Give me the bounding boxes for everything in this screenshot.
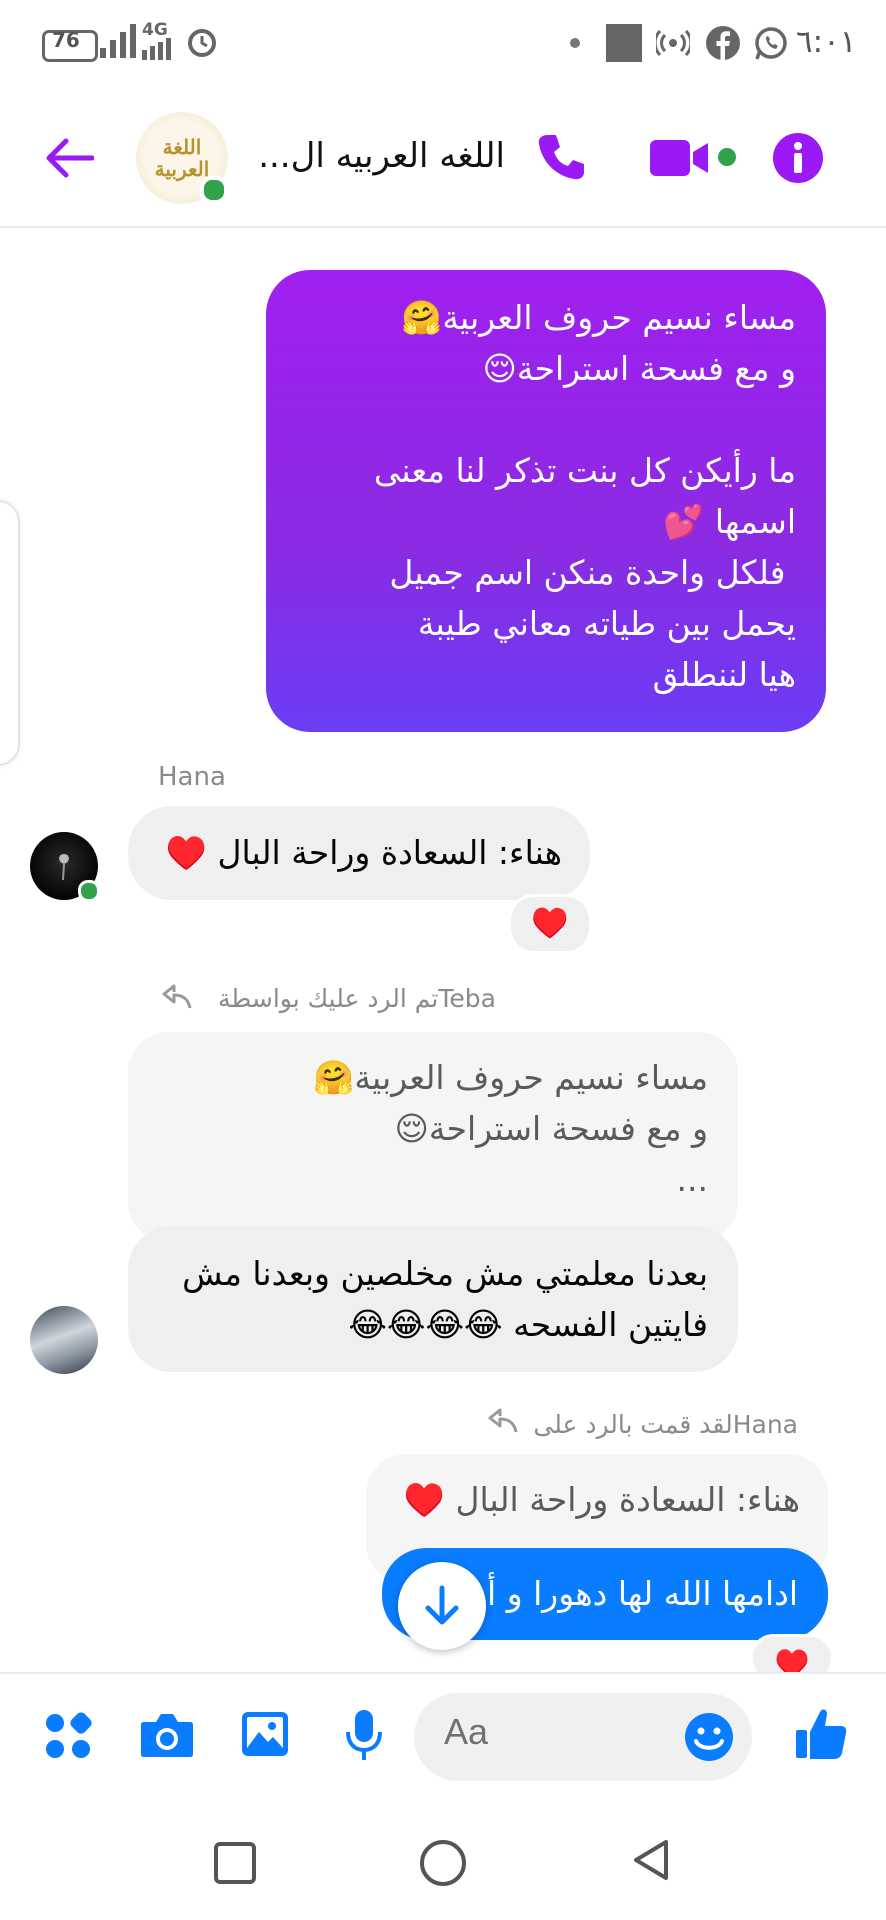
message-line: ما رأيكن كل بنت تذكر لنا معنى [373,451,796,490]
thumbs-up-icon[interactable] [794,1706,848,1762]
message-placeholder: Aa [444,1711,489,1752]
message-line: و مع فسحة استراحة😌 [482,349,797,388]
teba-avatar[interactable] [30,1306,98,1374]
notification-square-icon [606,24,642,62]
emoji-icon[interactable] [684,1712,734,1762]
video-call-icon[interactable] [650,138,710,178]
my-message-text: ادامها الله لها دهورا و أ [487,1574,798,1613]
gallery-icon[interactable] [240,1710,290,1758]
message-line: بعدنا معلمتي مش مخلصين وبعدنا مش [182,1254,708,1293]
sent-message-text: مساء نسيم حروف العربية🤗 و مع فسحة استراحة… [276,292,796,700]
menu-grid-icon[interactable] [44,1712,92,1760]
hotspot-icon [656,30,690,56]
back-arrow-icon[interactable] [44,138,94,178]
online-status-dot [200,176,228,204]
home-button[interactable] [420,1840,466,1886]
quoted-message-text: مساء نسيم حروف العربية🤗 و مع فسحة استراحة… [148,1052,708,1205]
network-type: 4G [142,20,168,40]
dot-icon [570,38,580,48]
sent-message-bubble[interactable]: مساء نسيم حروف العربية🤗 و مع فسحة استراحة… [266,270,826,732]
signal-icon [100,24,136,58]
back-button[interactable] [630,1838,670,1882]
chat-title[interactable]: اللغه العربيه ال... [258,136,505,176]
my-reply-context-label: Hanaلقد قمت بالرد على [533,1410,798,1439]
my-quoted-text: هناء: السعادة وراحة البال ♥️ [403,1480,800,1519]
message-line: مساء نسيم حروف العربية🤗 [401,298,796,337]
reaction-badge[interactable]: ♥️ [508,894,592,954]
teba-message-bubble[interactable]: بعدنا معلمتي مش مخلصين وبعدنا مش فايتين ا… [128,1226,738,1372]
signal-4g-icon [142,38,171,60]
status-bar: 76 4G ٦:٠١ [0,0,886,90]
arrow-down-icon [425,1585,459,1625]
received-message-bubble[interactable]: هناء: السعادة وراحة البال ♥️ [128,806,590,900]
message-line [276,394,796,445]
facebook-icon [706,26,740,60]
battery-level: 76 [52,28,80,52]
avatar-calligraphy: اللغة العربية [154,135,210,181]
scroll-to-bottom-button[interactable] [398,1562,486,1650]
sender-name: Hana [158,762,226,792]
camera-icon[interactable] [140,1712,194,1758]
message-line: يحمل بين طياته معاني طيبة [417,604,796,643]
phone-icon[interactable] [536,132,586,182]
reply-arrow-icon [162,984,192,1009]
hana-online-dot [78,880,100,902]
message-line: فايتين الفسحه 😂😂😂😂 [348,1305,708,1344]
edge-overlay-panel [0,500,20,766]
quoted-line: ... [676,1160,708,1199]
message-line: فلكل واحدة منكن اسم جميل [389,553,796,592]
received-message-text: هناء: السعادة وراحة البال ♥️ [165,833,562,872]
microphone-icon[interactable] [344,1708,384,1764]
reply-context-label: Tebaتم الرد عليك بواسطة [217,984,496,1013]
quoted-line: مساء نسيم حروف العربية🤗 [313,1058,708,1097]
message-line: اسمها 💕 [663,502,796,541]
heart-reaction: ♥️ [531,906,569,941]
recents-button[interactable] [214,1842,256,1884]
clock: ٦:٠١ [796,24,857,60]
alarm-icon [188,29,216,57]
info-icon[interactable] [772,132,824,184]
reply-arrow-icon [488,1408,518,1433]
quoted-line: و مع فسحة استراحة😌 [394,1109,709,1148]
video-active-dot [718,148,736,166]
teba-message-text: بعدنا معلمتي مش مخلصين وبعدنا مش فايتين ا… [148,1248,708,1350]
message-line: هيا لننطلق [652,655,796,694]
whatsapp-icon [755,27,787,60]
quoted-message[interactable]: مساء نسيم حروف العربية🤗 و مع فسحة استراحة… [128,1032,738,1242]
